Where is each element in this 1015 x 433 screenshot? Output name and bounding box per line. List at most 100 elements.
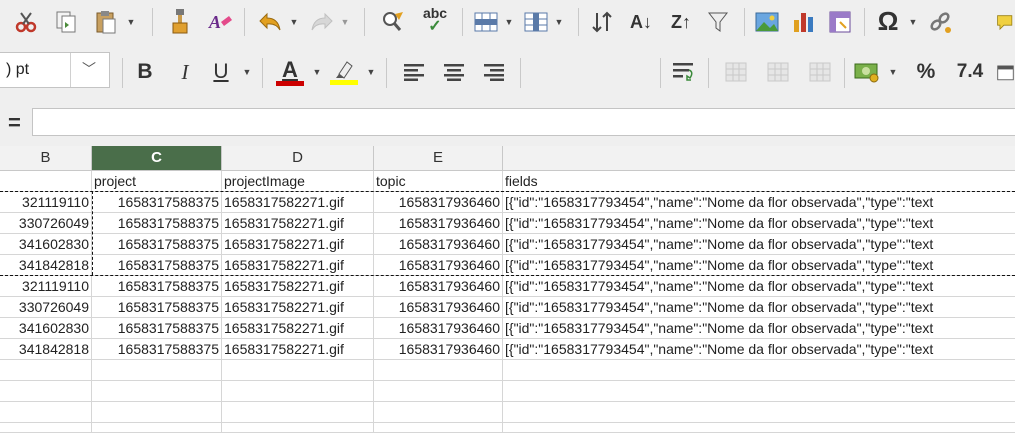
clone-formatting-icon[interactable] [166,8,194,36]
cell-c[interactable]: 1658317588375 [92,213,222,234]
special-character-icon[interactable]: Ω [872,6,904,36]
redo-icon[interactable] [308,8,336,36]
font-size-combobox[interactable]: ) pt ﹀ [0,52,110,88]
column-dropdown-icon[interactable]: ▼ [552,12,566,32]
copy-icon[interactable] [52,8,80,36]
cell[interactable] [374,402,503,423]
cell[interactable] [222,423,374,433]
date-format-icon[interactable] [996,58,1015,86]
cell[interactable] [374,360,503,381]
cell-d[interactable]: 1658317582271.gif [222,192,374,213]
comment-icon[interactable] [996,8,1015,36]
hyperlink-icon[interactable] [926,8,954,36]
cell-f[interactable]: [{"id":"1658317793454","name":"Nome da f… [503,192,1015,213]
cell-b[interactable]: 321119110 [0,192,92,213]
currency-format-icon[interactable] [852,58,882,86]
bold-button[interactable]: B [132,58,158,86]
align-center-icon[interactable] [440,58,468,86]
cell-c[interactable]: 1658317588375 [92,234,222,255]
undo-dropdown-icon[interactable]: ▼ [287,12,301,32]
pivot-table-icon[interactable] [826,8,854,36]
cell-d[interactable]: 1658317582271.gif [222,276,374,297]
cell-b[interactable]: 341602830 [0,234,92,255]
spellcheck-icon[interactable]: abc ✓ [416,4,454,36]
cell-c[interactable]: 1658317588375 [92,192,222,213]
cell-f[interactable]: [{"id":"1658317793454","name":"Nome da f… [503,297,1015,318]
sort-ascending-icon[interactable]: A ↓ [626,8,656,36]
cell-c[interactable]: 1658317588375 [92,339,222,360]
autofilter-icon[interactable] [704,8,732,36]
underline-button[interactable]: U [208,58,234,86]
highlight-button[interactable] [328,56,360,88]
column-header-e[interactable]: E [374,146,503,170]
cell[interactable] [503,381,1015,402]
find-replace-icon[interactable] [378,8,408,36]
cell[interactable] [92,423,222,433]
cell-b[interactable]: 330726049 [0,297,92,318]
cell-e[interactable]: 1658317936460 [374,339,503,360]
column-icon[interactable] [522,8,550,36]
cell-d[interactable]: 1658317582271.gif [222,339,374,360]
insert-image-icon[interactable] [754,8,782,36]
row-icon[interactable] [472,8,500,36]
cell-fields-header[interactable]: fields [503,171,1015,192]
cell-f[interactable]: [{"id":"1658317793454","name":"Nome da f… [503,276,1015,297]
cell[interactable] [92,381,222,402]
underline-dropdown-icon[interactable]: ▼ [240,62,254,82]
highlight-dropdown-icon[interactable]: ▼ [364,62,378,82]
cell[interactable] [0,402,92,423]
cell[interactable] [92,402,222,423]
cell-f[interactable]: [{"id":"1658317793454","name":"Nome da f… [503,339,1015,360]
cell-e[interactable]: 1658317936460 [374,276,503,297]
special-character-dropdown-icon[interactable]: ▼ [906,12,920,32]
unmerge-cells-icon[interactable] [806,58,834,86]
redo-dropdown-icon[interactable]: ▼ [338,12,352,32]
cell-e[interactable]: 1658317936460 [374,255,503,276]
cell-f[interactable]: [{"id":"1658317793454","name":"Nome da f… [503,318,1015,339]
cell-e[interactable]: 1658317936460 [374,297,503,318]
cell-b[interactable]: 330726049 [0,213,92,234]
cell-d[interactable]: 1658317582271.gif [222,297,374,318]
row-dropdown-icon[interactable]: ▼ [502,12,516,32]
column-header-b[interactable]: B [0,146,92,170]
column-header-d[interactable]: D [222,146,374,170]
cell-c[interactable]: 1658317588375 [92,255,222,276]
cell-d[interactable]: 1658317582271.gif [222,255,374,276]
cell[interactable] [0,423,92,433]
cell-d[interactable]: 1658317582271.gif [222,234,374,255]
formula-input[interactable] [32,108,1015,136]
sort-ascending-descending-icon[interactable] [588,8,616,36]
paste-dropdown-icon[interactable]: ▼ [124,12,138,32]
cell-f[interactable]: [{"id":"1658317793454","name":"Nome da f… [503,234,1015,255]
cell[interactable] [92,360,222,381]
cell-e[interactable]: 1658317936460 [374,318,503,339]
cell[interactable] [503,402,1015,423]
cell[interactable] [222,381,374,402]
align-left-icon[interactable] [400,58,428,86]
undo-icon[interactable] [256,8,284,36]
cell-topic-header[interactable]: topic [374,171,503,192]
percent-format-button[interactable]: % [912,58,940,86]
cell-b[interactable]: 341602830 [0,318,92,339]
align-right-icon[interactable] [480,58,508,86]
cell-d[interactable]: 1658317582271.gif [222,318,374,339]
merge-cells-icon[interactable] [722,58,750,86]
cell[interactable] [0,171,92,192]
cell-projectimage-header[interactable]: projectImage [222,171,374,192]
wrap-text-icon[interactable] [670,58,698,86]
number-format-button[interactable]: 7.4 [952,58,988,86]
font-color-dropdown-icon[interactable]: ▼ [310,62,324,82]
cell-b[interactable]: 341842818 [0,339,92,360]
currency-dropdown-icon[interactable]: ▼ [886,62,900,82]
cell-b[interactable]: 341842818 [0,255,92,276]
cell-c[interactable]: 1658317588375 [92,297,222,318]
sort-descending-icon[interactable]: Z ↑ [666,8,696,36]
cell-c[interactable]: 1658317588375 [92,318,222,339]
cell-project-header[interactable]: project [92,171,222,192]
paste-icon[interactable] [92,8,120,36]
cell-b[interactable]: 321119110 [0,276,92,297]
cell-c[interactable]: 1658317588375 [92,276,222,297]
cell[interactable] [374,423,503,433]
chevron-down-icon[interactable]: ﹀ [82,59,96,79]
cell-d[interactable]: 1658317582271.gif [222,213,374,234]
